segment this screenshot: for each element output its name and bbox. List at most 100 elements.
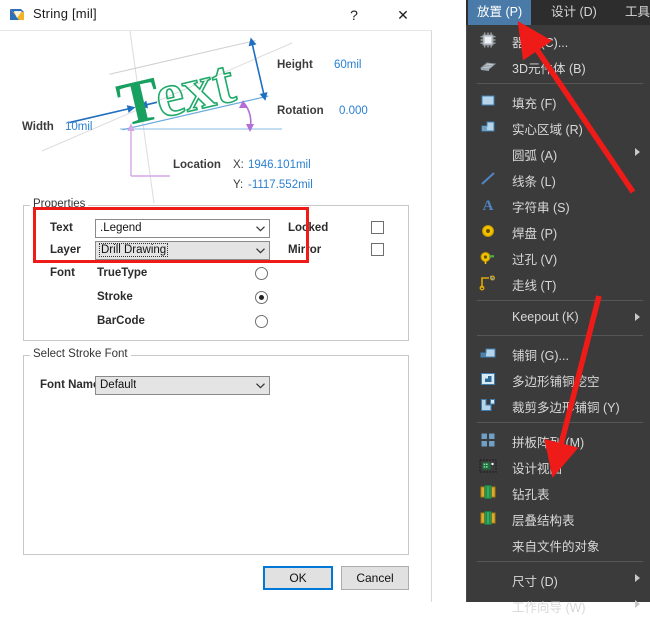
help-button[interactable]: ? bbox=[340, 3, 368, 27]
chevron-down-icon bbox=[251, 220, 269, 237]
menubar-item-place[interactable]: 放置 (P) bbox=[468, 0, 532, 25]
menu-item-label: 器件 (C)... bbox=[512, 36, 569, 50]
menu-item-7[interactable]: 焊盘 (P) bbox=[467, 218, 650, 244]
preview-location-label: Location bbox=[173, 159, 221, 171]
string-properties-dialog: String [mil] ? ✕ T ext Height 60mil Rota… bbox=[0, 0, 432, 602]
font-option-barcode-label: BarCode bbox=[97, 315, 145, 327]
menu-item-17[interactable]: 层叠结构表 bbox=[467, 505, 650, 531]
font-field-label: Font bbox=[50, 267, 75, 279]
menu-item-label: 裁剪多边形铺铜 (Y) bbox=[512, 401, 620, 415]
menu-item-label: 来自文件的对象 bbox=[512, 540, 600, 554]
font-option-barcode-radio[interactable] bbox=[255, 315, 268, 328]
menubar-item-tools[interactable]: 工具 (T) bbox=[616, 0, 650, 25]
menu-item-label: 工作向导 (W) bbox=[512, 601, 586, 615]
menu-item-label: 字符串 (S) bbox=[512, 201, 570, 215]
menu-item-6[interactable]: A 字符串 (S) bbox=[467, 192, 650, 218]
menu-item-15[interactable]: 设计视图 bbox=[467, 453, 650, 479]
locked-label: Locked bbox=[288, 222, 329, 234]
menu-item-4[interactable]: 圆弧 (A) bbox=[467, 140, 650, 166]
font-option-truetype-radio[interactable] bbox=[255, 267, 268, 280]
menu-item-13[interactable]: 裁剪多边形铺铜 (Y) bbox=[467, 392, 650, 418]
string-preview: T ext Height 60mil Rotation 0.000 Width … bbox=[12, 31, 420, 203]
dialog-title-bar: String [mil] ? ✕ bbox=[0, 0, 432, 31]
altium-app-icon bbox=[10, 9, 24, 20]
polygon-trim-icon bbox=[479, 396, 497, 414]
preview-height-value: 60mil bbox=[334, 59, 362, 71]
fill-icon bbox=[479, 92, 497, 110]
menu-bar: 放置 (P) 设计 (D) 工具 (T) bbox=[466, 0, 650, 25]
menu-item-11[interactable]: 铺铜 (G)... bbox=[467, 340, 650, 366]
font-name-combobox[interactable]: Default bbox=[95, 376, 270, 395]
menu-item-label: 3D元件体 (B) bbox=[512, 62, 586, 76]
menu-item-label: 过孔 (V) bbox=[512, 253, 558, 267]
submenu-arrow-icon bbox=[635, 313, 640, 321]
menu-item-16[interactable]: 钻孔表 bbox=[467, 479, 650, 505]
menu-item-0[interactable]: 器件 (C)... bbox=[467, 27, 650, 53]
select-stroke-font-group-title: Select Stroke Font bbox=[30, 348, 131, 360]
design-view-icon bbox=[479, 457, 497, 475]
menu-item-20[interactable]: 工作向导 (W) bbox=[467, 592, 650, 618]
line-icon bbox=[479, 170, 497, 188]
cancel-button[interactable]: Cancel bbox=[341, 566, 409, 590]
submenu-arrow-icon bbox=[635, 574, 640, 582]
menu-item-label: 填充 (F) bbox=[512, 97, 557, 111]
mirror-checkbox[interactable] bbox=[371, 243, 384, 256]
font-option-truetype-label: TrueType bbox=[97, 267, 148, 279]
menu-item-label: 走线 (T) bbox=[512, 279, 557, 293]
menu-item-8[interactable]: 过孔 (V) bbox=[467, 244, 650, 270]
layer-combobox[interactable]: Drill Drawing bbox=[95, 241, 270, 260]
menu-item-label: 钻孔表 bbox=[512, 488, 550, 502]
menu-separator bbox=[477, 335, 643, 336]
dialog-title: String [mil] bbox=[33, 6, 97, 21]
text-combobox[interactable]: .Legend bbox=[95, 219, 270, 238]
polygon-pour-icon bbox=[479, 344, 497, 362]
3d-body-icon bbox=[479, 57, 497, 75]
menu-item-10[interactable]: Keepout (K) bbox=[467, 305, 650, 331]
menu-item-label: 层叠结构表 bbox=[512, 514, 575, 528]
menu-item-19[interactable]: 尺寸 (D) bbox=[467, 566, 650, 592]
preview-graphics: T ext bbox=[41, 31, 293, 203]
mirror-label: Mirror bbox=[288, 244, 322, 256]
menu-item-3[interactable]: 实心区域 (R) bbox=[467, 114, 650, 140]
menu-item-18[interactable]: 来自文件的对象 bbox=[467, 531, 650, 557]
menu-separator bbox=[477, 561, 643, 562]
pad-icon bbox=[479, 222, 497, 240]
track-icon bbox=[479, 274, 497, 292]
close-button[interactable]: ✕ bbox=[388, 3, 418, 27]
via-icon bbox=[479, 248, 497, 266]
menu-item-2[interactable]: 填充 (F) bbox=[467, 88, 650, 114]
preview-x-label: X: bbox=[233, 159, 244, 171]
menu-item-label: 实心区域 (R) bbox=[512, 123, 583, 137]
preview-y-label: Y: bbox=[233, 179, 244, 191]
locked-checkbox[interactable] bbox=[371, 221, 384, 234]
menu-item-12[interactable]: 多边形铺铜挖空 bbox=[467, 366, 650, 392]
submenu-arrow-icon bbox=[635, 148, 640, 156]
panel-array-icon bbox=[479, 431, 497, 449]
menu-item-label: 铺铜 (G)... bbox=[512, 349, 569, 363]
menubar-item-design[interactable]: 设计 (D) bbox=[542, 0, 606, 25]
menu-item-5[interactable]: 线条 (L) bbox=[467, 166, 650, 192]
menu-item-14[interactable]: 拼板阵列 (M) bbox=[467, 427, 650, 453]
solid-region-icon bbox=[479, 118, 497, 136]
menu-item-label: 拼板阵列 (M) bbox=[512, 436, 585, 450]
submenu-arrow-icon bbox=[635, 600, 640, 608]
polygon-cutout-icon bbox=[479, 370, 497, 388]
font-option-stroke-radio[interactable] bbox=[255, 291, 268, 304]
preview-width-label: Width bbox=[22, 121, 54, 133]
menu-item-label: 设计视图 bbox=[512, 462, 563, 476]
menu-item-9[interactable]: 走线 (T) bbox=[467, 270, 650, 296]
text-combobox-value: .Legend bbox=[100, 222, 142, 234]
chip-icon bbox=[479, 31, 497, 49]
place-menu-panel: 放置 (P) 设计 (D) 工具 (T) 器件 (C)... 3D元件体 (B) 填… bbox=[466, 0, 650, 615]
text-field-label: Text bbox=[50, 222, 73, 234]
menu-item-1[interactable]: 3D元件体 (B) bbox=[467, 53, 650, 79]
menu-item-label: 线条 (L) bbox=[512, 175, 556, 189]
place-dropdown-menu: 器件 (C)... 3D元件体 (B) 填充 (F) 实心区域 (R) 圆弧 (A) 线条… bbox=[466, 25, 650, 615]
preview-x-value: 1946.101mil bbox=[248, 159, 311, 171]
ok-button[interactable]: OK bbox=[263, 566, 333, 590]
preview-height-label: Height bbox=[277, 59, 313, 71]
layer-field-label: Layer bbox=[50, 244, 81, 256]
menu-item-label: 焊盘 (P) bbox=[512, 227, 558, 241]
preview-rotation-label: Rotation bbox=[277, 105, 324, 117]
font-name-combobox-value: Default bbox=[100, 379, 137, 391]
